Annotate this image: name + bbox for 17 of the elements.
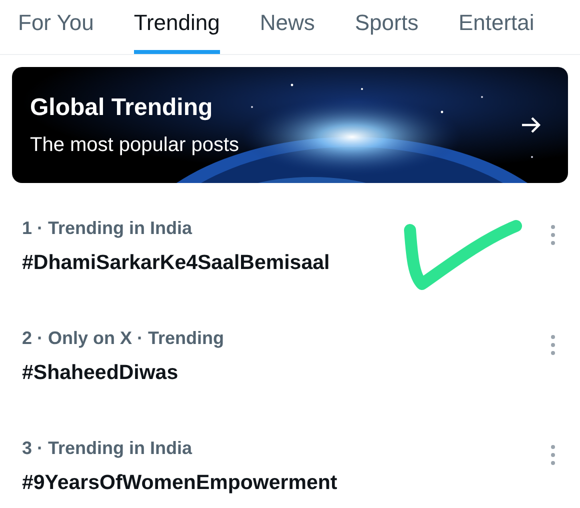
tab[interactable]: For You: [18, 0, 94, 54]
tab[interactable]: Entertai: [458, 0, 534, 54]
trend-context: 1 · Trending in India: [22, 218, 194, 239]
more-icon[interactable]: [550, 224, 556, 246]
tab[interactable]: News: [260, 0, 315, 54]
banner-title: Global Trending: [30, 94, 214, 122]
banner-card[interactable]: Global Trending The most popular posts: [12, 67, 568, 183]
trend-hashtag[interactable]: #9YearsOfWomenEmpowerment: [22, 471, 550, 495]
tab[interactable]: Trending: [134, 0, 220, 54]
trend-context: 3 · Trending in India: [22, 438, 194, 459]
more-icon[interactable]: [550, 334, 556, 356]
trend-hashtag[interactable]: #ShaheedDiwas: [22, 361, 550, 385]
more-icon[interactable]: [550, 444, 556, 466]
trend-context: 2 · Only on X · Trending: [22, 328, 226, 349]
banner-subtitle: The most popular posts: [30, 134, 239, 156]
tab[interactable]: Sports: [354, 0, 418, 54]
trend-hashtag[interactable]: #DhamiSarkarKe4SaalBemisaal: [22, 251, 550, 275]
